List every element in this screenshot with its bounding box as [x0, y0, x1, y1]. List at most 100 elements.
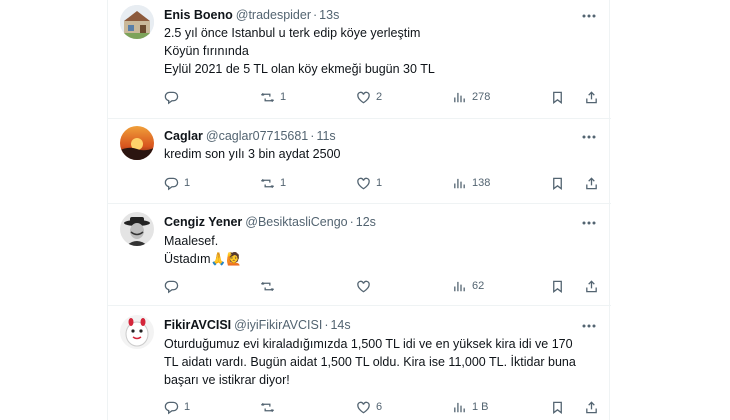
- like-button[interactable]: 1: [356, 174, 382, 192]
- tweet-text-line: 2.5 yıl önce Istanbul u terk edip köye y…: [164, 26, 421, 40]
- bookmark-button[interactable]: [550, 174, 565, 192]
- timestamp[interactable]: 12s: [356, 215, 376, 229]
- share-icon: [584, 176, 599, 191]
- author-name[interactable]: Enis Boeno: [164, 8, 233, 22]
- bookmark-button[interactable]: [550, 88, 565, 106]
- reply-button[interactable]: [164, 277, 184, 295]
- reply-count: 1: [184, 401, 191, 413]
- views-button[interactable]: 1 B: [452, 398, 489, 416]
- bookmark-icon: [550, 176, 565, 191]
- tweet-text-line: Maalesef.: [164, 234, 219, 248]
- retweet-count: 1: [280, 91, 287, 103]
- tweet-actions: 62: [164, 277, 604, 295]
- like-button[interactable]: 6: [356, 398, 382, 416]
- separator: ·: [324, 318, 329, 332]
- tweet-header: Cengiz Yener @BesiktasliCengo · 12s: [164, 214, 376, 230]
- author-name[interactable]: Caglar: [164, 129, 203, 143]
- share-button[interactable]: [584, 277, 599, 295]
- views-icon: [452, 176, 467, 191]
- reply-icon: [164, 400, 179, 415]
- tweet-actions: 1 1 1 138: [164, 174, 604, 192]
- more-icon[interactable]: [579, 318, 599, 334]
- more-icon[interactable]: [579, 129, 599, 145]
- avatar[interactable]: [120, 315, 154, 349]
- views-button[interactable]: 62: [452, 277, 484, 295]
- bookmark-button[interactable]: [550, 277, 565, 295]
- tweet-text-line: kredim son yılı 3 bin aydat 2500: [164, 147, 341, 161]
- avatar[interactable]: [120, 126, 154, 160]
- like-button[interactable]: 2: [356, 88, 382, 106]
- reply-icon: [164, 279, 179, 294]
- author-handle[interactable]: @caglar07715681: [206, 129, 308, 143]
- tweet[interactable]: Caglar @caglar07715681 · 11s kredim son yıl…: [108, 119, 611, 204]
- avatar[interactable]: [120, 5, 154, 39]
- tweet-text-line: Üstadım🙏🙋: [164, 252, 242, 266]
- share-button[interactable]: [584, 174, 599, 192]
- tweet-text: Oturduğumuz evi kiraladığımızda 1,500 TL…: [164, 335, 600, 389]
- retweet-icon: [260, 90, 275, 105]
- like-icon: [356, 176, 371, 191]
- tweet-text: Maalesef. Üstadım🙏🙋: [164, 232, 600, 268]
- retweet-icon: [260, 279, 275, 294]
- like-icon: [356, 400, 371, 415]
- author-handle[interactable]: @BesiktasliCengo: [245, 215, 347, 229]
- bookmark-icon: [550, 90, 565, 105]
- tweet-actions: 1 2 278: [164, 88, 604, 106]
- tweet-text: 2.5 yıl önce Istanbul u terk edip köye y…: [164, 24, 600, 78]
- separator: ·: [313, 8, 318, 22]
- share-button[interactable]: [584, 88, 599, 106]
- separator: ·: [349, 215, 354, 229]
- timestamp[interactable]: 11s: [316, 129, 335, 143]
- retweet-button[interactable]: 1: [260, 174, 286, 192]
- retweet-button[interactable]: [260, 277, 280, 295]
- share-icon: [584, 279, 599, 294]
- views-icon: [452, 90, 467, 105]
- timestamp[interactable]: 14s: [330, 318, 350, 332]
- more-icon[interactable]: [579, 8, 599, 24]
- more-icon[interactable]: [579, 215, 599, 231]
- views-count: 1 B: [472, 401, 489, 413]
- reply-button[interactable]: 1: [164, 174, 190, 192]
- separator: ·: [310, 129, 315, 143]
- bookmark-icon: [550, 279, 565, 294]
- views-button[interactable]: 138: [452, 174, 490, 192]
- timeline: Enis Boeno @tradespider · 13s 2.5 yıl önce …: [107, 0, 611, 420]
- like-count: 2: [376, 91, 383, 103]
- author-name[interactable]: FikirAVCISI: [164, 318, 231, 332]
- timestamp[interactable]: 13s: [319, 8, 339, 22]
- share-icon: [584, 90, 599, 105]
- tweet[interactable]: Enis Boeno @tradespider · 13s 2.5 yıl önce …: [108, 0, 611, 119]
- reply-icon: [164, 176, 179, 191]
- author-handle[interactable]: @tradespider: [236, 8, 311, 22]
- like-count: 6: [376, 401, 383, 413]
- reply-button[interactable]: [164, 88, 184, 106]
- author-handle[interactable]: @iyiFikirAVCISI: [234, 318, 322, 332]
- reply-count: 1: [184, 177, 191, 189]
- tweet-text-line: Eylül 2021 de 5 TL olan köy ekmeği bugün…: [164, 62, 435, 76]
- tweet[interactable]: FikirAVCISI @iyiFikirAVCISI · 14s Oturduğum…: [108, 306, 611, 420]
- like-button[interactable]: [356, 277, 376, 295]
- retweet-icon: [260, 176, 275, 191]
- views-count: 278: [472, 91, 491, 103]
- views-count: 138: [472, 177, 491, 189]
- like-icon: [356, 90, 371, 105]
- tweet[interactable]: Cengiz Yener @BesiktasliCengo · 12s Maalese…: [108, 204, 611, 306]
- like-count: 1: [376, 177, 383, 189]
- tweet-actions: 1 6 1 B: [164, 398, 604, 416]
- author-name[interactable]: Cengiz Yener: [164, 215, 242, 229]
- tweet-text: kredim son yılı 3 bin aydat 2500: [164, 145, 600, 163]
- avatar[interactable]: [120, 212, 154, 246]
- reply-button[interactable]: 1: [164, 398, 190, 416]
- bookmark-icon: [550, 400, 565, 415]
- views-icon: [452, 400, 467, 415]
- reply-icon: [164, 90, 179, 105]
- tweet-text-line: başarı ve istikrar diyor!: [164, 373, 290, 387]
- bookmark-button[interactable]: [550, 398, 565, 416]
- views-icon: [452, 279, 467, 294]
- views-count: 62: [472, 280, 485, 292]
- views-button[interactable]: 278: [452, 88, 490, 106]
- retweet-button[interactable]: 1: [260, 88, 286, 106]
- retweet-button[interactable]: [260, 398, 280, 416]
- tweet-text-line: TL aidatı vardı. Bugün aidat 1,500 TL ol…: [164, 355, 576, 369]
- share-button[interactable]: [584, 398, 599, 416]
